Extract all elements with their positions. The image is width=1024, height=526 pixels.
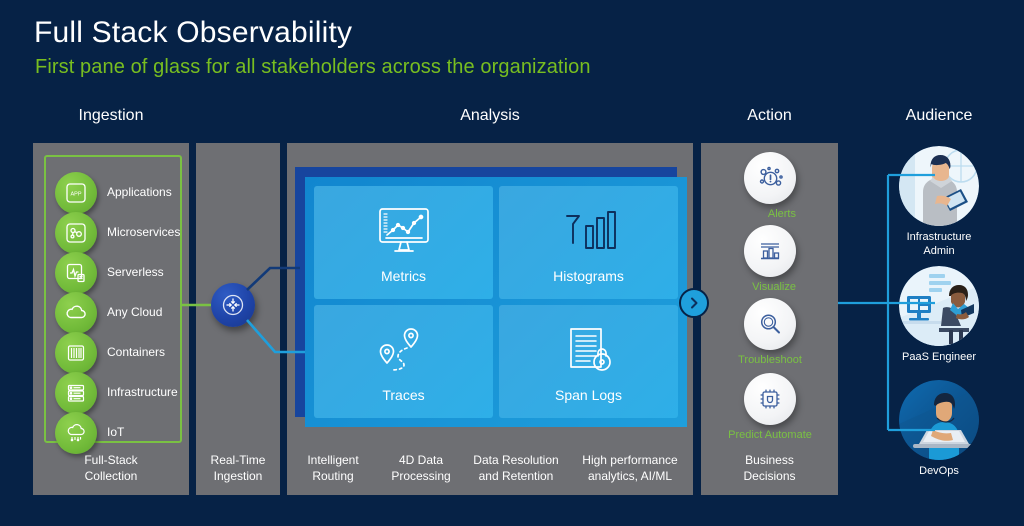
audience-label-line-1: Infrastructure: [906, 231, 972, 243]
caption-data-resolution-retention: Data Resolution and Retention: [463, 453, 569, 484]
person-tablet-avatar-icon: [899, 146, 979, 226]
analysis-tile-label: Metrics: [380, 267, 427, 284]
audience-item-label: DevOps: [899, 465, 979, 479]
action-item-visualize[interactable]: Visualize: [744, 225, 796, 295]
ingestion-item-label: Serverless: [107, 265, 164, 279]
monitor-line-chart-icon: [378, 207, 429, 252]
caption-realtime-ingestion: Real-Time Ingestion: [196, 453, 280, 484]
divider-1: [189, 143, 196, 495]
column-heading-audience: Audience: [905, 107, 973, 124]
analysis-tile-label: Traces: [382, 386, 425, 403]
histogram-bars-icon: [565, 210, 616, 249]
caption-line-1: Real-Time: [210, 453, 266, 467]
ingestion-item-serverless[interactable]: Serverless: [55, 252, 185, 294]
audience-label-line-1: PaaS Engineer: [902, 351, 976, 363]
action-item-label: Alerts: [767, 208, 796, 220]
analysis-card-grid: Metrics Histograms Traces Span Logs: [305, 177, 687, 427]
action-item-label: Troubleshoot: [738, 354, 802, 366]
caption-line-1: Business: [745, 453, 794, 467]
ingestion-item-label: Applications: [107, 185, 172, 199]
chevron-right-icon: [691, 297, 698, 309]
action-item-label: Visualize: [752, 281, 796, 293]
column-heading-action: Action: [747, 107, 792, 124]
divider-3: [693, 143, 701, 495]
caption-line-1: High performance: [582, 453, 678, 467]
ingestion-item-infrastructure[interactable]: Infrastructure: [55, 372, 185, 414]
ingestion-item-microservices[interactable]: Microservices: [55, 212, 185, 254]
caption-line-1: Full-Stack: [84, 453, 138, 467]
analysis-tile-label: Histograms: [553, 267, 624, 284]
iot-cloud-icon: [55, 412, 97, 454]
audience-item-label: Infrastructure Admin: [899, 231, 979, 259]
caption-line-2: Ingestion: [213, 468, 263, 483]
ingestion-item-label: Infrastructure: [107, 385, 178, 399]
caption-4d-data-processing: 4D Data Processing: [378, 453, 464, 484]
analysis-tile-label: Span Logs: [555, 386, 622, 403]
microservices-icon: [55, 212, 97, 254]
svg-text:APP: APP: [70, 192, 81, 198]
audience-label-line-1: DevOps: [919, 465, 959, 477]
ingestion-item-label: Any Cloud: [107, 305, 163, 319]
caption-line-2: Routing: [312, 468, 354, 483]
audience-item-infrastructure-admin[interactable]: Infrastructure Admin: [899, 146, 979, 259]
magnifier-icon: [744, 298, 796, 350]
analysis-tile-span-logs[interactable]: Span Logs: [499, 305, 678, 418]
analysis-tile-histograms[interactable]: Histograms: [499, 186, 678, 299]
caption-line-2: analytics, AI/ML: [587, 468, 673, 483]
chip-ai-icon: [744, 373, 796, 425]
audience-label-line-2: Admin: [923, 244, 955, 257]
divider-2: [280, 143, 287, 495]
action-item-predict-automate[interactable]: Predict Automate: [728, 373, 812, 443]
ingestion-item-iot[interactable]: IoT: [55, 412, 185, 454]
application-window-icon: APP: [55, 172, 97, 214]
analysis-tile-traces[interactable]: Traces: [314, 305, 493, 418]
server-rack-icon: [55, 372, 97, 414]
audience-item-paas-engineer[interactable]: PaaS Engineer: [899, 266, 979, 365]
column-heading-analysis: Analysis: [460, 107, 520, 124]
diagram-canvas: Full Stack Observability First pane of g…: [0, 0, 1024, 526]
divider-4: [838, 143, 846, 495]
action-item-label: Predict Automate: [728, 429, 812, 441]
serverless-function-icon: [55, 252, 97, 294]
caption-line-1: Intelligent: [307, 453, 359, 467]
caption-business-decisions: Business Decisions: [701, 453, 838, 484]
audience-item-label: PaaS Engineer: [899, 351, 979, 365]
person-laptop-avatar-icon: [899, 380, 979, 460]
action-item-troubleshoot[interactable]: Troubleshoot: [738, 298, 802, 368]
page-subtitle: First pane of glass for all stakeholders…: [35, 56, 591, 78]
caption-high-performance-analytics: High performance analytics, AI/ML: [572, 453, 688, 484]
bar-chart-dashboard-icon: [744, 225, 796, 277]
cloud-icon: [55, 292, 97, 334]
trace-pins-path-icon: [379, 327, 418, 371]
caption-line-1: Data Resolution: [473, 453, 559, 467]
alert-bubble-icon: [744, 152, 796, 204]
ingestion-item-label: IoT: [107, 425, 125, 439]
caption-line-2: Decisions: [743, 468, 796, 483]
realtime-ingestion-node[interactable]: [211, 283, 255, 327]
action-item-alerts[interactable]: Alerts: [744, 152, 796, 222]
ingestion-item-applications[interactable]: APP Applications: [55, 172, 185, 214]
person-desk-avatar-icon: [899, 266, 979, 346]
ingestion-item-label: Containers: [107, 345, 166, 359]
caption-line-1: 4D Data: [398, 453, 444, 467]
caption-intelligent-routing: Intelligent Routing: [290, 453, 376, 484]
caption-full-stack-collection: Full-Stack Collection: [33, 453, 189, 484]
audience-item-devops[interactable]: DevOps: [899, 380, 979, 479]
analysis-tile-metrics[interactable]: Metrics: [314, 186, 493, 299]
column-heading-ingestion: Ingestion: [78, 107, 144, 124]
caption-line-2: Processing: [391, 468, 451, 483]
containers-icon: [55, 332, 97, 374]
ingestion-item-label: Microservices: [107, 225, 181, 239]
caption-line-2: and Retention: [478, 468, 554, 483]
ingestion-item-any-cloud[interactable]: Any Cloud: [55, 292, 185, 334]
analysis-to-action-chevron[interactable]: [679, 288, 709, 318]
document-lock-icon: [569, 327, 611, 371]
page-title: Full Stack Observability: [34, 16, 353, 49]
caption-line-2: Collection: [84, 468, 138, 483]
ingestion-item-containers[interactable]: Containers: [55, 332, 185, 374]
